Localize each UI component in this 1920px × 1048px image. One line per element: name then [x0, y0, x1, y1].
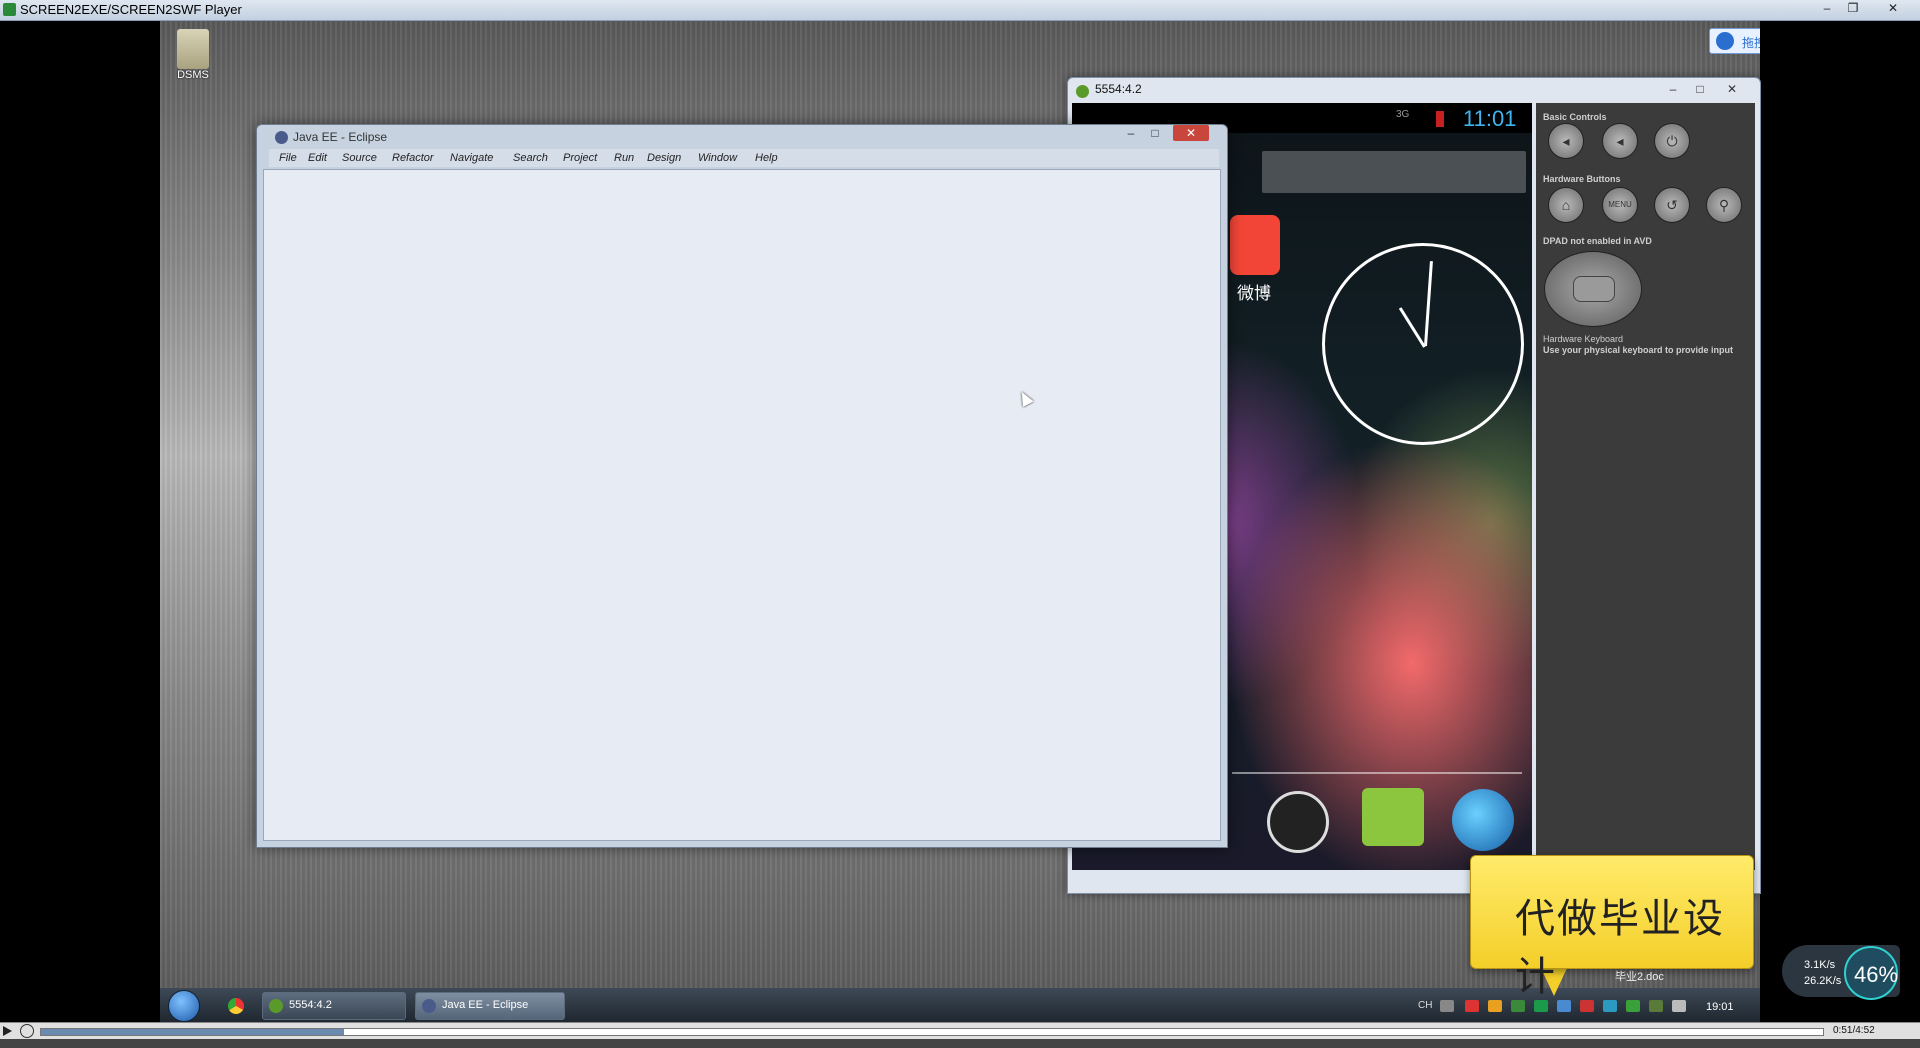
taskbar-item-label: 5554:4.2 [289, 999, 332, 1011]
clock-hour-hand [1398, 307, 1426, 348]
volume-down-icon[interactable]: ◂ [1548, 123, 1584, 159]
promo-bubble: 代做毕业设计 [1470, 855, 1754, 1000]
eclipse-title: Java EE - Eclipse [293, 130, 388, 144]
android-icon [1076, 85, 1089, 98]
menu-source[interactable]: Source [342, 152, 377, 164]
clock-minute-hand [1424, 261, 1433, 347]
progress-bar[interactable] [40, 1028, 1824, 1036]
menu-run[interactable]: Run [614, 152, 634, 164]
maximize-icon[interactable]: ❐ [1842, 1, 1864, 16]
menu-design[interactable]: Design [647, 152, 681, 164]
stop-icon[interactable] [20, 1024, 34, 1038]
host-taskbar-strip [0, 1039, 1920, 1048]
hardware-buttons-label: Hardware Buttons [1543, 174, 1621, 184]
network-speed-widget[interactable]: 3.1K/s 26.2K/s 46% [1782, 945, 1900, 1000]
emulator-controls-panel: Basic Controls ◂ ◂ ⏻ Hardware Buttons ⌂ … [1536, 103, 1755, 870]
menu-window[interactable]: Window [698, 152, 737, 164]
taskbar-item-eclipse[interactable]: Java EE - Eclipse [415, 992, 565, 1020]
eclipse-window[interactable]: Java EE - Eclipse ‒ □ ✕ File Edit Source… [256, 124, 1228, 848]
analog-clock-widget[interactable] [1322, 243, 1524, 445]
player-app-icon [3, 3, 16, 16]
messaging-icon[interactable] [1362, 788, 1424, 846]
eclipse-minimize-icon[interactable]: ‒ [1119, 125, 1143, 141]
cloud-icon [1716, 32, 1734, 50]
emulator-minimize-icon[interactable]: ‒ [1661, 81, 1685, 97]
promo-doc-label: 毕业2.doc [1615, 971, 1664, 983]
eclipse-icon [422, 999, 436, 1013]
menu-search[interactable]: Search [513, 152, 548, 164]
menu-refactor[interactable]: Refactor [392, 152, 434, 164]
tray-app-icon[interactable] [1465, 1000, 1479, 1012]
network-indicator: 3G [1396, 109, 1410, 120]
back-icon[interactable]: ↺ [1654, 187, 1690, 223]
baidu-upload-button[interactable]: 拖拽上传 [1709, 28, 1760, 54]
player-title-bar: SCREEN2EXE/SCREEN2SWF Player ‒ ❐ ✕ [0, 0, 1920, 21]
player-controls: 0:51/4:52 [0, 1022, 1920, 1039]
weibo-app-label: 微博 [1237, 284, 1271, 303]
menu-navigate[interactable]: Navigate [450, 152, 493, 164]
desktop-icon-label: DSMS [177, 69, 209, 81]
promo-text: 代做毕业设计 [1515, 896, 1725, 1000]
dpad-center-button[interactable] [1573, 276, 1615, 302]
android-status-time: 11:01 [1463, 106, 1517, 131]
all-apps-icon[interactable] [1267, 791, 1329, 853]
android-icon [269, 999, 283, 1013]
taskbar-item-label: Java EE - Eclipse [442, 999, 529, 1011]
memory-gauge: 46% [1844, 946, 1898, 1000]
emulator-maximize-icon[interactable]: □ [1688, 81, 1712, 97]
memory-percent: 46% [1854, 962, 1899, 987]
language-indicator[interactable]: CH [1418, 1000, 1432, 1011]
keyboard-icon[interactable] [1440, 1000, 1454, 1012]
search-icon[interactable]: ⚲ [1706, 187, 1742, 223]
menu-project[interactable]: Project [563, 152, 597, 164]
minimize-icon[interactable]: ‒ [1816, 1, 1838, 16]
weibo-app-icon[interactable] [1230, 215, 1280, 275]
browser-icon[interactable] [1452, 789, 1514, 851]
eclipse-icon [275, 131, 288, 144]
power-icon[interactable]: ⏻ [1654, 123, 1690, 159]
menu-help[interactable]: Help [755, 152, 778, 164]
menu-button[interactable]: MENU [1602, 187, 1638, 223]
dpad-label: DPAD not enabled in AVD [1543, 236, 1652, 246]
keyboard-hint: Use your physical keyboard to provide in… [1543, 345, 1734, 355]
taskbar-item-emulator[interactable]: 5554:4.2 [262, 992, 406, 1020]
tray-app-icon[interactable] [1488, 1000, 1502, 1012]
start-button[interactable] [168, 990, 200, 1022]
emulator-close-icon[interactable]: ✕ [1720, 81, 1744, 97]
menu-edit[interactable]: Edit [308, 152, 327, 164]
emulator-title: 5554:4.2 [1095, 82, 1142, 96]
eclipse-close-icon[interactable]: ✕ [1173, 125, 1209, 141]
battery-icon [1436, 111, 1444, 127]
close-icon[interactable]: ✕ [1882, 1, 1904, 16]
eclipse-maximize-icon[interactable]: □ [1143, 125, 1167, 141]
desktop-folder-icon[interactable]: DSMS [173, 29, 213, 89]
keyboard-label: Hardware Keyboard [1543, 334, 1624, 344]
dock-divider [1232, 772, 1522, 774]
volume-up-icon[interactable]: ◂ [1602, 123, 1638, 159]
eclipse-menu-bar: File Edit Source Refactor Navigate Searc… [269, 149, 1219, 167]
progress-fill [41, 1029, 344, 1035]
dpad-control[interactable] [1544, 251, 1642, 327]
download-speed: 26.2K/s [1804, 975, 1842, 987]
android-search-bar[interactable] [1262, 151, 1526, 193]
upload-speed: 3.1K/s [1804, 959, 1836, 971]
taskbar-clock[interactable]: 19:01 [1706, 1001, 1734, 1013]
basic-controls-label: Basic Controls [1543, 112, 1607, 122]
folder-icon [177, 29, 209, 69]
chrome-icon[interactable] [228, 998, 244, 1014]
home-icon[interactable]: ⌂ [1548, 187, 1584, 223]
player-title: SCREEN2EXE/SCREEN2SWF Player [20, 2, 242, 17]
menu-file[interactable]: File [279, 152, 297, 164]
baidu-upload-label: 拖拽上传 [1742, 36, 1760, 50]
playback-time: 0:51/4:52 [1833, 1025, 1875, 1036]
play-icon[interactable] [3, 1026, 12, 1036]
eclipse-workbench-area[interactable] [263, 169, 1221, 841]
